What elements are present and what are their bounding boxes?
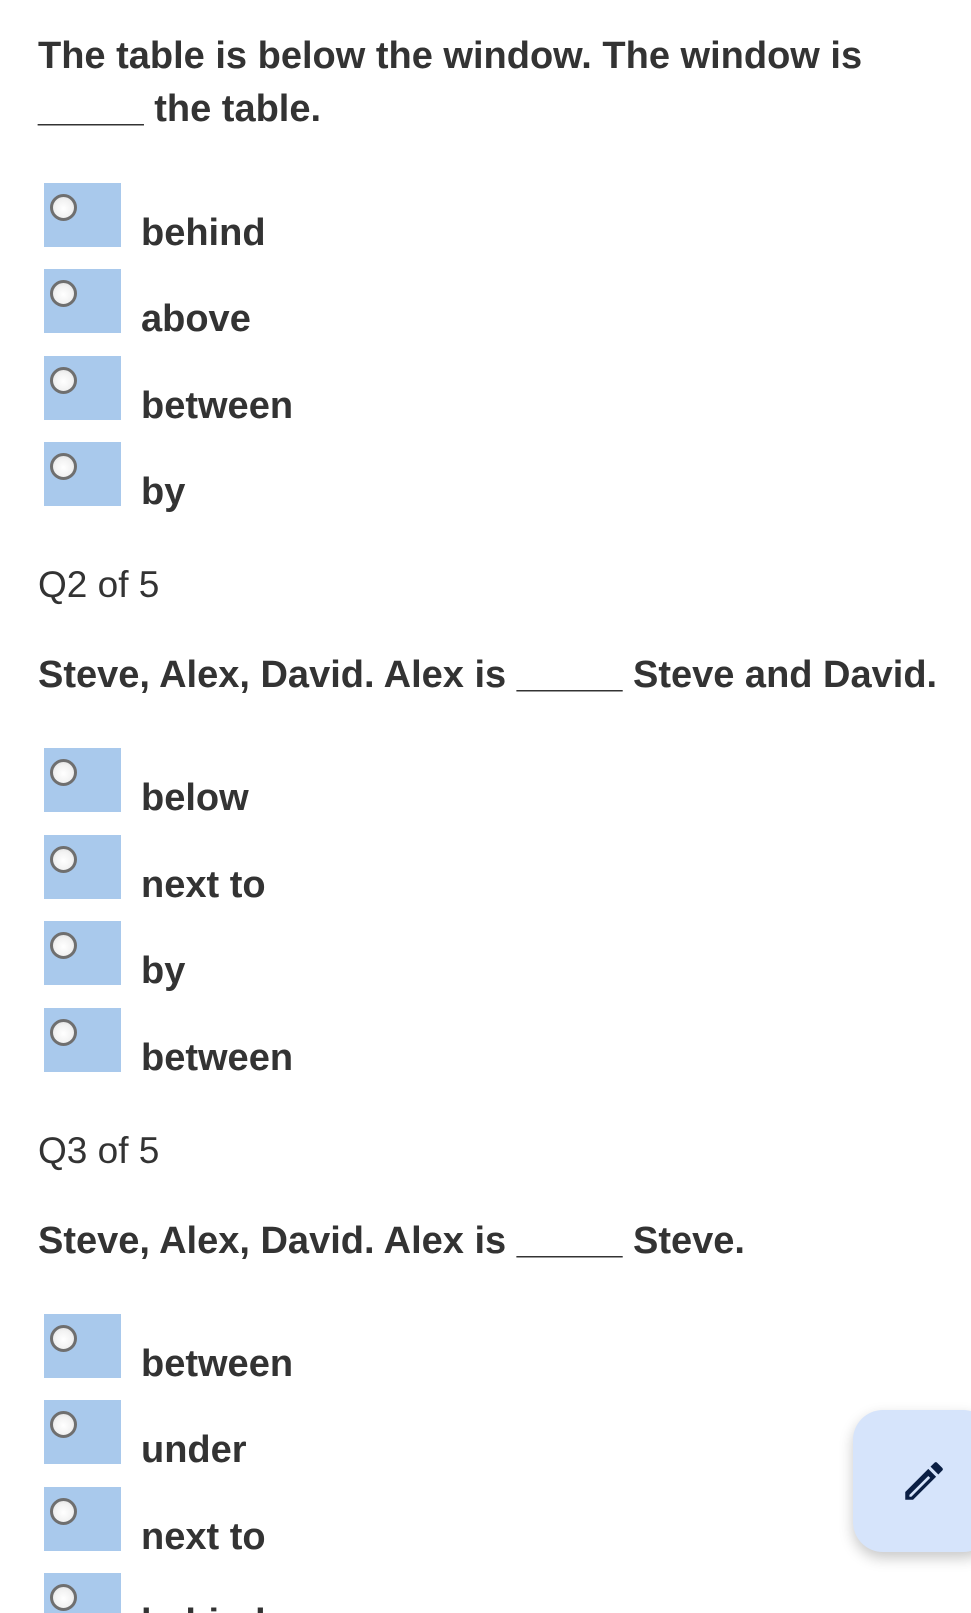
question-3-option-1[interactable]: between <box>44 1314 444 1385</box>
radio-button[interactable] <box>44 442 121 506</box>
question-3-option-4[interactable]: behind <box>44 1573 444 1613</box>
radio-circle-icon <box>50 846 77 873</box>
question-2-option-1[interactable]: below <box>44 748 444 819</box>
question-1-option-4[interactable]: by <box>44 442 444 513</box>
option-label: next to <box>141 1516 266 1558</box>
radio-circle-icon <box>50 1411 77 1438</box>
radio-button[interactable] <box>44 356 121 420</box>
radio-circle-icon <box>50 1498 77 1525</box>
radio-button[interactable] <box>44 748 121 812</box>
option-label: by <box>141 950 186 992</box>
radio-circle-icon <box>50 194 77 221</box>
radio-circle-icon <box>50 1019 77 1046</box>
option-label: between <box>141 1343 294 1385</box>
question-2-counter: Q2 of 5 <box>38 564 160 605</box>
question-1-text-line-1: The table is below the window. The windo… <box>38 35 863 77</box>
option-label: under <box>141 1429 247 1471</box>
radio-circle-icon <box>50 1584 77 1611</box>
radio-circle-icon <box>50 453 77 480</box>
radio-button[interactable] <box>44 269 121 333</box>
radio-button[interactable] <box>44 921 121 985</box>
question-2-option-2[interactable]: next to <box>44 835 444 906</box>
option-label: below <box>141 777 249 819</box>
question-3-counter: Q3 of 5 <box>38 1130 160 1171</box>
question-3-text: Steve, Alex, David. Alex is _____ Steve. <box>38 1220 745 1262</box>
radio-button[interactable] <box>44 1314 121 1378</box>
option-label: above <box>141 298 251 340</box>
radio-button[interactable] <box>44 1573 121 1613</box>
radio-button[interactable] <box>44 1487 121 1551</box>
question-2-option-3[interactable]: by <box>44 921 444 992</box>
option-label: between <box>141 385 294 427</box>
question-1-option-3[interactable]: between <box>44 356 444 427</box>
radio-circle-icon <box>50 932 77 959</box>
option-label: behind <box>141 212 266 254</box>
edit-fab-button[interactable] <box>853 1410 971 1552</box>
question-2-text: Steve, Alex, David. Alex is _____ Steve … <box>38 654 938 696</box>
radio-button[interactable] <box>44 1400 121 1464</box>
option-label: next to <box>141 864 266 906</box>
question-1-text-line-2: _____ the table. <box>38 88 322 130</box>
question-1-option-2[interactable]: above <box>44 269 444 340</box>
pencil-icon <box>905 1462 943 1500</box>
radio-button[interactable] <box>44 835 121 899</box>
radio-button[interactable] <box>44 183 121 247</box>
radio-circle-icon <box>50 280 77 307</box>
question-3-option-3[interactable]: next to <box>44 1487 444 1558</box>
option-label: between <box>141 1037 294 1079</box>
option-label: behind <box>141 1601 266 1613</box>
radio-circle-icon <box>50 1325 77 1352</box>
radio-button[interactable] <box>44 1008 121 1072</box>
question-2-option-4[interactable]: between <box>44 1008 444 1079</box>
option-label: by <box>141 471 186 513</box>
radio-circle-icon <box>50 367 77 394</box>
question-1-option-1[interactable]: behind <box>44 183 444 254</box>
question-3-option-2[interactable]: under <box>44 1400 444 1471</box>
radio-circle-icon <box>50 759 77 786</box>
